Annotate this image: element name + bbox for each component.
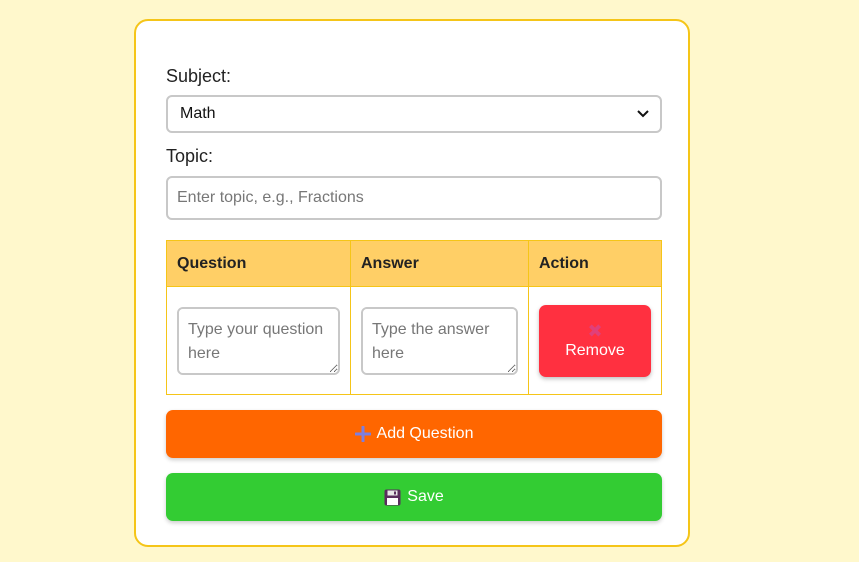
question-textarea[interactable]	[177, 306, 340, 375]
question-form-card: Subject: Math Topic: Question Answer Act…	[134, 19, 690, 547]
x-icon: ✖	[587, 320, 603, 341]
subject-label: Subject:	[166, 66, 232, 86]
save-label: Save	[407, 488, 444, 505]
remove-button[interactable]: ✖ Remove	[539, 304, 651, 377]
add-question-label: Add Question	[376, 425, 474, 442]
form-body: Subject: Math Topic: Question Answer Act…	[166, 65, 662, 521]
subject-select-value: Math	[180, 105, 216, 122]
questions-table: Question Answer Action ✖ R	[166, 240, 662, 395]
chevron-down-icon	[636, 107, 650, 121]
action-column-header: Action	[528, 240, 662, 287]
remove-button-label: Remove	[565, 341, 625, 359]
subject-select[interactable]: Math	[166, 95, 662, 133]
table-header-row: Question Answer Action	[166, 240, 662, 287]
save-button[interactable]: Save	[166, 473, 662, 521]
add-question-button[interactable]: Add Question	[166, 410, 662, 458]
plus-icon	[354, 426, 371, 442]
answer-column-header: Answer	[350, 240, 529, 287]
question-column-header: Question	[166, 240, 351, 287]
topic-input[interactable]	[166, 176, 662, 220]
action-cell: ✖ Remove	[528, 286, 662, 395]
answer-textarea[interactable]	[361, 306, 518, 375]
question-cell	[166, 286, 351, 395]
answer-cell	[350, 286, 529, 395]
floppy-disk-icon	[384, 489, 401, 506]
topic-label: Topic:	[166, 146, 214, 166]
table-row: ✖ Remove	[166, 286, 662, 395]
